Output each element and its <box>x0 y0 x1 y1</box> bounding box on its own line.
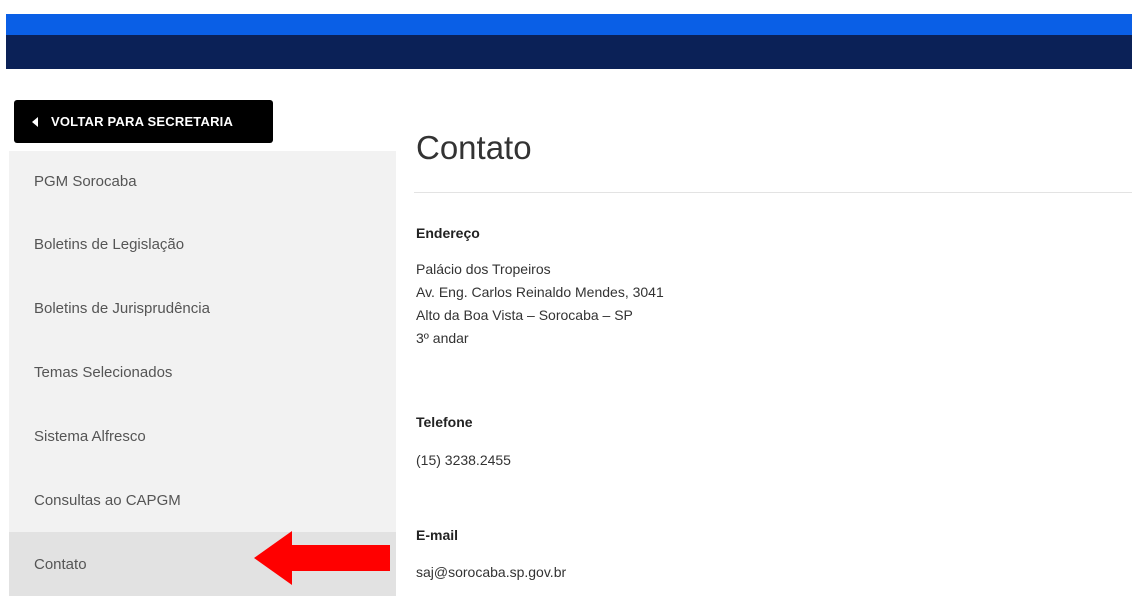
sidebar-item-consultas-capgm[interactable]: Consultas ao CAPGM <box>9 468 396 532</box>
sidebar-item-label: PGM Sorocaba <box>34 173 137 190</box>
sidebar-item-boletins-jurisprudencia[interactable]: Boletins de Jurisprudência <box>9 276 396 340</box>
sidebar-nav: PGM Sorocaba Boletins de Legislação Bole… <box>9 151 396 596</box>
sidebar-item-pgm-sorocaba[interactable]: PGM Sorocaba <box>9 151 396 212</box>
address-line: 3º andar <box>416 330 469 346</box>
page-title: Contato <box>416 129 532 166</box>
phone-value: (15) 3238.2455 <box>416 452 511 468</box>
caret-left-icon <box>32 116 38 127</box>
header-bar <box>6 35 1132 69</box>
sidebar-item-label: Contato <box>34 555 87 573</box>
email-heading: E-mail <box>416 527 459 543</box>
sidebar-item-label: Consultas ao CAPGM <box>34 491 181 509</box>
sidebar-item-label: Temas Selecionados <box>34 363 173 381</box>
back-to-secretariat-button[interactable]: VOLTAR PARA SECRETARIA <box>14 100 273 143</box>
sidebar-item-temas-selecionados[interactable]: Temas Selecionados <box>9 340 396 404</box>
annotation-arrow-icon <box>254 531 390 585</box>
header-accent-stripe <box>6 14 1132 35</box>
title-divider <box>414 192 1132 193</box>
sidebar-item-sistema-alfresco[interactable]: Sistema Alfresco <box>9 404 396 468</box>
address-line: Palácio dos Tropeiros <box>416 261 551 277</box>
email-value: saj@sorocaba.sp.gov.br <box>416 564 567 580</box>
sidebar-item-boletins-legislacao[interactable]: Boletins de Legislação <box>9 212 396 276</box>
address-line: Alto da Boa Vista – Sorocaba – SP <box>416 307 633 323</box>
back-button-label: VOLTAR PARA SECRETARIA <box>51 114 234 129</box>
address-heading: Endereço <box>416 225 480 241</box>
sidebar-item-label: Boletins de Legislação <box>34 235 185 253</box>
phone-heading: Telefone <box>416 414 473 430</box>
sidebar-item-label: Boletins de Jurisprudência <box>34 299 210 317</box>
sidebar-item-label: Sistema Alfresco <box>34 427 146 445</box>
address-line: Av. Eng. Carlos Reinaldo Mendes, 3041 <box>416 284 664 300</box>
